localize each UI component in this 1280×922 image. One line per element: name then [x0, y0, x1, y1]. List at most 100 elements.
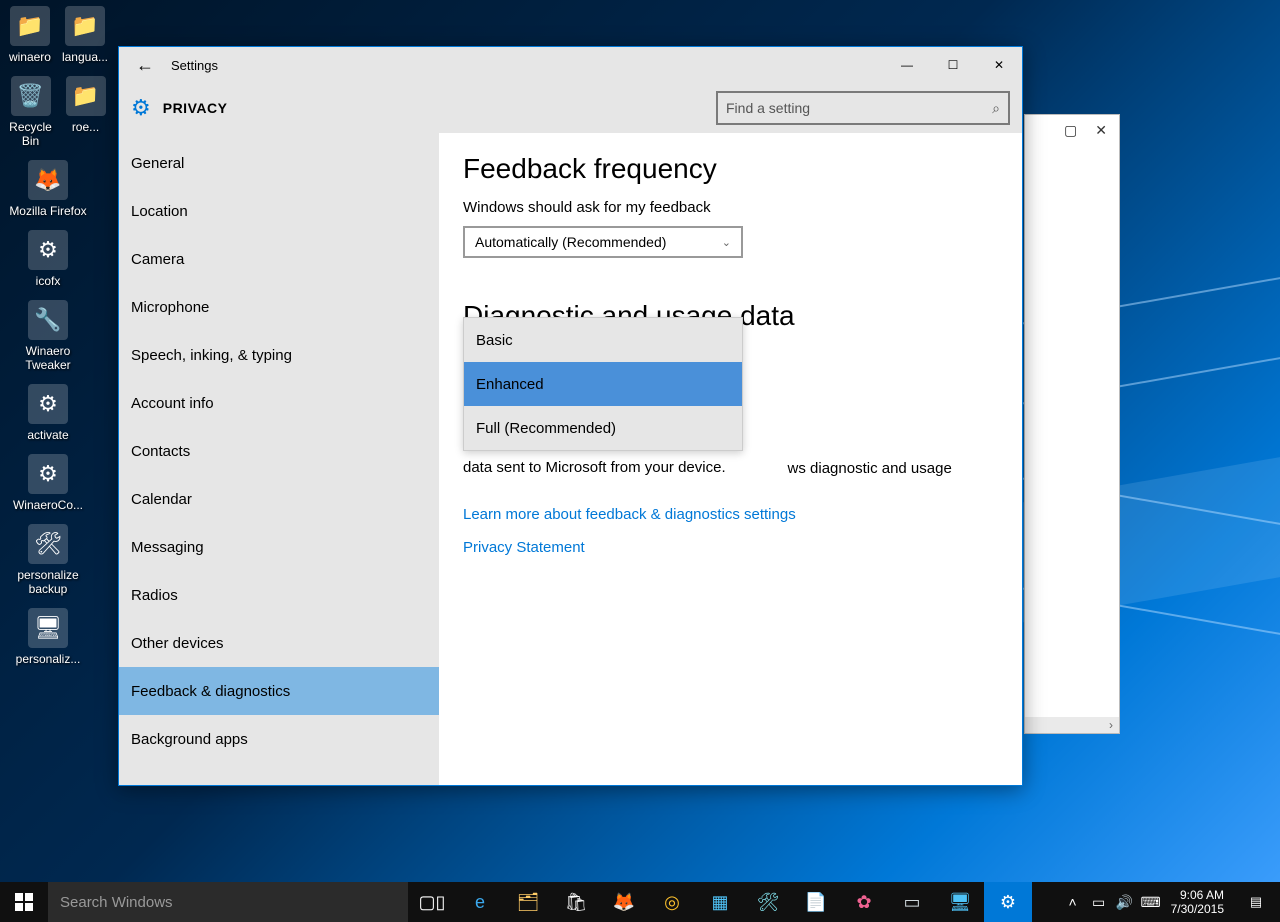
sidebar-item-speech-inking-typing[interactable]: Speech, inking, & typing: [119, 331, 439, 379]
scroll-right-icon[interactable]: ›: [1103, 717, 1119, 733]
sidebar-item-feedback-diagnostics[interactable]: Feedback & diagnostics: [119, 667, 439, 715]
settings-search[interactable]: ⌕: [716, 91, 1010, 125]
sidebar-item-contacts[interactable]: Contacts: [119, 427, 439, 475]
close-button[interactable]: ✕: [976, 47, 1022, 83]
settings-titlebar[interactable]: ← Settings — ☐ ✕: [119, 47, 1022, 83]
recycle-bin-icon: 🗑️: [11, 76, 51, 116]
taskbar-clock[interactable]: 9:06 AM 7/30/2015: [1167, 884, 1232, 921]
desktop-icon-activate[interactable]: ⚙ activate: [8, 384, 88, 442]
store-icon: 🛍: [563, 889, 589, 915]
app-icon: ✿: [851, 889, 877, 915]
desktop-icon-winaero-tweaker[interactable]: 🔧 Winaero Tweaker: [8, 300, 88, 372]
windows-logo-icon: [15, 893, 33, 911]
app-icon: ⚙: [28, 230, 68, 270]
chevron-down-icon: ⌄: [722, 236, 731, 249]
background-window-body: [1025, 145, 1119, 717]
sidebar-item-calendar[interactable]: Calendar: [119, 475, 439, 523]
sidebar-item-account-info[interactable]: Account info: [119, 379, 439, 427]
dropdown-option-basic[interactable]: Basic: [464, 318, 742, 362]
sidebar-item-other-devices[interactable]: Other devices: [119, 619, 439, 667]
chrome-icon: ◎: [659, 889, 685, 915]
file-explorer-icon: 🗂: [515, 889, 541, 915]
tray-overflow-button[interactable]: ˄: [1063, 882, 1083, 922]
horizontal-scrollbar[interactable]: ›: [1025, 717, 1119, 733]
taskbar-app-monitor[interactable]: 🖥: [936, 882, 984, 922]
folder-icon: 📁: [10, 6, 50, 46]
monitor-icon: 🖥: [28, 608, 68, 648]
taskbar-app-firefox[interactable]: 🦊: [600, 882, 648, 922]
maximize-icon[interactable]: ▢: [1064, 122, 1077, 139]
search-icon: ⌕: [992, 100, 1000, 117]
action-center-button[interactable]: ▤: [1238, 894, 1274, 910]
learn-more-link[interactable]: Learn more about feedback & diagnostics …: [463, 506, 998, 523]
search-input[interactable]: [726, 100, 992, 116]
taskbar-app-console[interactable]: ▭: [888, 882, 936, 922]
sidebar-item-radios[interactable]: Radios: [119, 571, 439, 619]
diagnostic-desc-line2: data sent to Microsoft from your device.: [463, 457, 998, 478]
taskbar-app-doc[interactable]: 📄: [792, 882, 840, 922]
gear-icon: ⚙: [131, 95, 151, 121]
window-title: Settings: [171, 58, 218, 73]
taskbar-app-chrome[interactable]: ◎: [648, 882, 696, 922]
feedback-frequency-combo[interactable]: Automatically (Recommended) ⌄: [463, 226, 743, 258]
firefox-icon: 🦊: [611, 889, 637, 915]
task-view-icon: ▢▯: [419, 892, 446, 913]
start-button[interactable]: [0, 882, 48, 922]
desktop-icons: 📁 winaero 📁 langua... 🗑️ Recycle Bin 📁 r…: [8, 6, 108, 678]
taskbar-search[interactable]: [48, 882, 408, 922]
dropdown-option-full-recommended-[interactable]: Full (Recommended): [464, 406, 742, 450]
desktop-icon-icofx[interactable]: ⚙ icofx: [8, 230, 88, 288]
clock-date: 7/30/2015: [1171, 902, 1224, 916]
taskbar-app-edge[interactable]: e: [456, 882, 504, 922]
dropdown-option-enhanced[interactable]: Enhanced: [464, 362, 742, 406]
sidebar-item-camera[interactable]: Camera: [119, 235, 439, 283]
taskbar-app-tools1[interactable]: 🛠: [744, 882, 792, 922]
tray-input-indicator[interactable]: ⌨: [1141, 882, 1161, 922]
taskbar-app-store[interactable]: 🛍: [552, 882, 600, 922]
category-title: PRIVACY: [163, 100, 228, 116]
back-button[interactable]: ←: [129, 49, 161, 81]
folder-icon: 📁: [65, 6, 105, 46]
desktop-icon-winaero[interactable]: 📁 winaero: [8, 6, 52, 64]
desktop-icon-roe[interactable]: 📁 roe...: [63, 76, 108, 148]
gear-icon: ⚙: [995, 889, 1021, 915]
desktop-icon-personalize-backup[interactable]: 🛠 personalize backup: [8, 524, 88, 596]
desktop-icon-personaliz[interactable]: 🖥 personaliz...: [8, 608, 88, 666]
task-view-button[interactable]: ▢▯: [408, 882, 456, 922]
sidebar-item-general[interactable]: General: [119, 139, 439, 187]
background-window[interactable]: ▢ ✕ ›: [1024, 114, 1120, 734]
taskbar-app-explorer[interactable]: 🗂: [504, 882, 552, 922]
tray-volume-icon[interactable]: 🔊: [1115, 882, 1135, 922]
app-icon: ⚙: [28, 384, 68, 424]
combo-value: Automatically (Recommended): [475, 234, 666, 250]
grid-icon: ▦: [707, 889, 733, 915]
privacy-statement-link[interactable]: Privacy Statement: [463, 539, 998, 556]
maximize-button[interactable]: ☐: [930, 47, 976, 83]
desktop-icon-winaeroco[interactable]: ⚙ WinaeroCo...: [8, 454, 88, 512]
desktop-icon-language[interactable]: 📁 langua...: [62, 6, 108, 64]
desktop-icon-firefox[interactable]: 🦊 Mozilla Firefox: [8, 160, 88, 218]
sidebar-item-messaging[interactable]: Messaging: [119, 523, 439, 571]
tools-icon: 🛠: [755, 889, 781, 915]
close-icon[interactable]: ✕: [1095, 122, 1107, 139]
clock-time: 9:06 AM: [1171, 888, 1224, 902]
taskbar-app-pink[interactable]: ✿: [840, 882, 888, 922]
app-icon: ⚙: [28, 454, 68, 494]
taskbar-search-input[interactable]: [60, 894, 408, 911]
tray-network-icon[interactable]: ▭: [1089, 882, 1109, 922]
sidebar-item-background-apps[interactable]: Background apps: [119, 715, 439, 763]
sidebar-item-location[interactable]: Location: [119, 187, 439, 235]
taskbar-app-settings[interactable]: ⚙: [984, 882, 1032, 922]
taskbar-app-grid[interactable]: ▦: [696, 882, 744, 922]
document-icon: 📄: [803, 889, 829, 915]
monitor-icon: 🖥: [947, 889, 973, 915]
minimize-button[interactable]: —: [884, 47, 930, 83]
firefox-icon: 🦊: [28, 160, 68, 200]
desktop-icon-recycle-bin[interactable]: 🗑️ Recycle Bin: [8, 76, 53, 148]
diagnostic-data-dropdown[interactable]: BasicEnhancedFull (Recommended): [463, 317, 743, 451]
subtitle-feedback: Windows should ask for my feedback: [463, 199, 998, 216]
app-icon: 🔧: [28, 300, 68, 340]
taskbar: ▢▯ e 🗂 🛍 🦊 ◎ ▦ 🛠 📄 ✿ ▭ 🖥 ⚙ ˄ ▭ 🔊 ⌨ 9:06 …: [0, 882, 1280, 922]
settings-sidebar: GeneralLocationCameraMicrophoneSpeech, i…: [119, 133, 439, 785]
sidebar-item-microphone[interactable]: Microphone: [119, 283, 439, 331]
